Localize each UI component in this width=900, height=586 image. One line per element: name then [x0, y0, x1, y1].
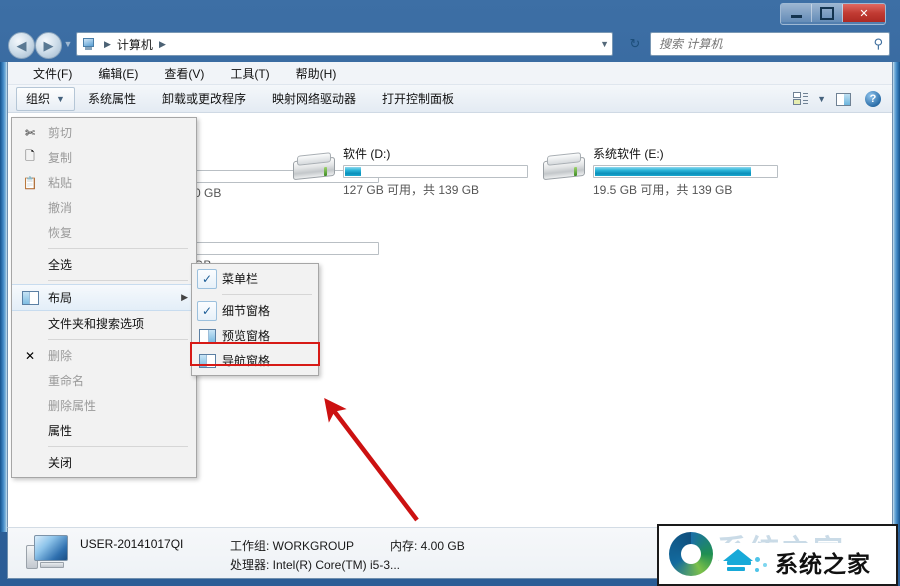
watermark-ring-icon [669, 532, 713, 576]
computer-icon [81, 37, 96, 51]
help-icon[interactable]: ? [860, 87, 886, 111]
watermark-logo: 系统之家 系统之家 [657, 524, 898, 586]
explorer-window: ✕ ◀ ▶ ▼ ▶ 计算机 ▶ ▼ ↻ ⚲ 文件(F) 编辑(E) 查看(V) … [0, 0, 900, 586]
maximize-button[interactable] [812, 4, 843, 22]
toolbar: 组织 ▼ 系统属性 卸载或更改程序 映射网络驱动器 打开控制面板 ▼ ? [8, 85, 892, 113]
hard-drive-icon [541, 151, 587, 185]
window-controls: ✕ [780, 3, 886, 25]
preview-pane-icon[interactable] [830, 87, 856, 111]
menu-separator-2 [48, 280, 188, 281]
drive-item-e[interactable]: 系统软件 (E:) 19.5 GB 可用，共 139 GB [541, 143, 778, 198]
workgroup-text: 工作组: WORKGROUP [230, 539, 355, 553]
uninstall-change-program-button[interactable]: 卸载或更改程序 [149, 88, 259, 110]
menu-item-copy[interactable]: 🗋 复制 [12, 145, 196, 170]
menu-item-remove-properties[interactable]: 删除属性 [12, 393, 196, 418]
menu-item-delete[interactable]: ✕ 删除 [12, 343, 196, 368]
map-network-drive-button[interactable]: 映射网络驱动器 [259, 88, 369, 110]
menu-item-properties[interactable]: 属性 [12, 418, 196, 443]
submenu-item-menu-bar[interactable]: ✓ 菜单栏 [192, 266, 318, 291]
drive-item-d[interactable]: 软件 (D:) 127 GB 可用，共 139 GB [291, 143, 528, 198]
computer-name: USER-20141017QI [80, 537, 184, 551]
drive-capacity-text: 127 GB 可用，共 139 GB [343, 183, 480, 197]
submenu-item-preview-pane[interactable]: 预览窗格 [192, 323, 318, 348]
checkmark-icon: ✓ [192, 268, 222, 289]
window-left-border [0, 62, 7, 532]
capacity-bar [343, 165, 528, 178]
search-input[interactable] [657, 36, 874, 52]
menu-separator-3 [48, 339, 188, 340]
menu-item-close[interactable]: 关闭 [12, 450, 196, 475]
watermark-plate: 系统之家 [719, 543, 894, 581]
menu-help[interactable]: 帮助(H) [283, 65, 350, 82]
breadcrumb[interactable]: ▶ 计算机 ▶ ▼ [76, 32, 613, 56]
refresh-icon[interactable]: ↻ [625, 34, 645, 54]
back-button[interactable]: ◀ [8, 32, 35, 59]
forward-button[interactable]: ▶ [35, 32, 62, 59]
address-bar-row: ◀ ▶ ▼ ▶ 计算机 ▶ ▼ ↻ ⚲ [0, 28, 900, 62]
computer-monitor-icon [26, 533, 72, 573]
menu-separator [48, 248, 188, 249]
search-icon: ⚲ [873, 36, 883, 51]
chevron-down-icon: ▼ [56, 93, 65, 104]
submenu-item-navigation-pane[interactable]: 导航窗格 [192, 348, 318, 373]
open-control-panel-button[interactable]: 打开控制面板 [369, 88, 467, 110]
hard-drive-icon [291, 151, 337, 185]
paste-icon: 📋 [22, 175, 38, 190]
memory-text: 内存: 4.00 GB [390, 539, 465, 553]
menu-file[interactable]: 文件(F) [20, 65, 85, 82]
system-properties-button[interactable]: 系统属性 [75, 88, 149, 110]
submenu-item-details-pane[interactable]: ✓ 细节窗格 [192, 298, 318, 323]
menu-tools[interactable]: 工具(T) [217, 65, 282, 82]
navigation-pane-icon [192, 353, 222, 368]
menu-item-cut[interactable]: ✄ 剪切 [12, 120, 196, 145]
window-right-border [893, 62, 900, 532]
breadcrumb-separator-2[interactable]: ▶ [154, 39, 171, 50]
drive-name: 系统软件 (E:) [593, 147, 664, 161]
drive-capacity-text: 19.5 GB 可用，共 139 GB [593, 183, 733, 197]
close-button[interactable]: ✕ [843, 4, 885, 22]
checkmark-icon: ✓ [192, 300, 222, 321]
copy-icon: 🗋 [25, 149, 35, 163]
menu-item-layout[interactable]: 布局 ▶ [12, 284, 196, 311]
layout-icon [12, 290, 48, 305]
processor-text: 处理器: Intel(R) Core(TM) i5-3... [230, 558, 401, 572]
toolbar-right-group: ▼ ? [787, 87, 886, 111]
organize-context-menu: ✄ 剪切 🗋 复制 📋 粘贴 撤消 恢复 全选 布局 ▶ 文件夹和搜索选项 ✕ … [11, 117, 197, 478]
menu-item-paste[interactable]: 📋 粘贴 [12, 170, 196, 195]
breadcrumb-item-computer[interactable]: 计算机 [116, 36, 154, 53]
preview-pane-icon [192, 328, 222, 343]
menu-item-rename[interactable]: 重命名 [12, 368, 196, 393]
watermark-house-icon [721, 547, 773, 577]
organize-button[interactable]: 组织 ▼ [16, 86, 75, 111]
title-bar: ✕ [0, 0, 900, 28]
menu-bar: 文件(F) 编辑(E) 查看(V) 工具(T) 帮助(H) [8, 62, 892, 85]
menu-edit[interactable]: 编辑(E) [85, 65, 151, 82]
capacity-bar [593, 165, 778, 178]
menu-view[interactable]: 查看(V) [151, 65, 217, 82]
menu-item-select-all[interactable]: 全选 [12, 252, 196, 277]
menu-item-undo[interactable]: 撤消 [12, 195, 196, 220]
menu-separator-4 [48, 446, 188, 447]
view-options-caret-icon[interactable]: ▼ [817, 94, 826, 104]
submenu-arrow-icon: ▶ [181, 292, 188, 302]
delete-icon: ✕ [24, 348, 36, 363]
watermark-text: 系统之家 [775, 551, 871, 577]
scissors-icon: ✄ [24, 125, 36, 140]
search-box[interactable]: ⚲ [650, 32, 890, 56]
menu-item-folder-search-options[interactable]: 文件夹和搜索选项 [12, 311, 196, 336]
breadcrumb-separator: ▶ [104, 38, 111, 49]
submenu-separator [222, 294, 312, 295]
minimize-button[interactable] [781, 4, 812, 22]
capacity-bar [194, 242, 379, 255]
organize-label: 组织 [26, 92, 51, 106]
view-options-icon[interactable] [787, 87, 813, 111]
recent-pages-caret-icon[interactable]: ▼ [63, 40, 73, 50]
address-dropdown-icon[interactable]: ▼ [600, 39, 609, 49]
drive-name: 软件 (D:) [343, 147, 391, 161]
menu-item-redo[interactable]: 恢复 [12, 220, 196, 245]
layout-submenu: ✓ 菜单栏 ✓ 细节窗格 预览窗格 导航窗格 [191, 263, 319, 376]
